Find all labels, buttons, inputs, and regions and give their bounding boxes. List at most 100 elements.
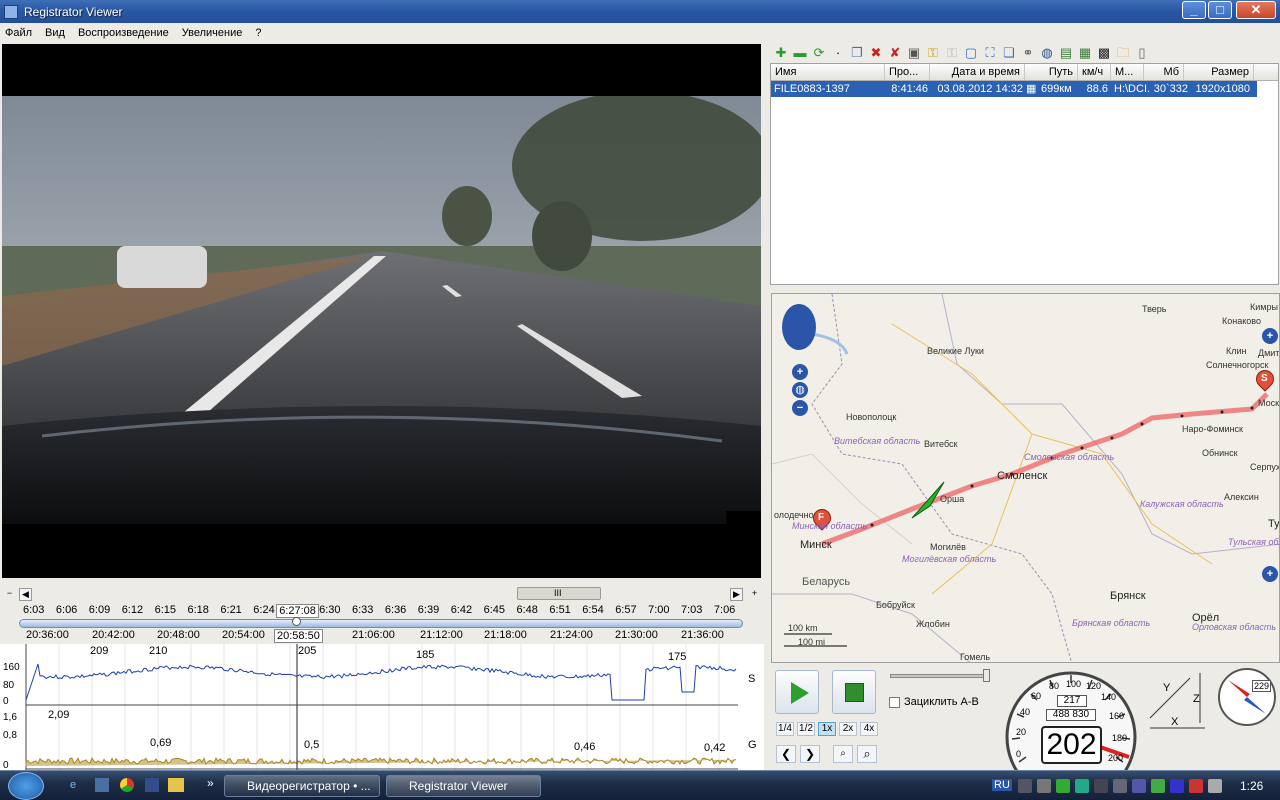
start-button[interactable] <box>8 772 44 800</box>
more-icon[interactable]: » <box>207 776 214 790</box>
volume-slider[interactable] <box>890 674 988 678</box>
new-window-icon[interactable]: ▢ <box>963 45 979 61</box>
zoom-small-icon[interactable]: ⌕ <box>833 745 853 763</box>
app-quicklaunch-icon[interactable] <box>95 778 109 792</box>
timeline-zoom-in-icon[interactable]: + <box>748 588 761 601</box>
tray-usb-icon[interactable] <box>1208 779 1222 793</box>
close-button[interactable]: ✕ <box>1236 1 1276 19</box>
chart-series-label: G <box>748 739 757 751</box>
chart-icon[interactable]: ▤ <box>1058 45 1074 61</box>
fit-icon[interactable]: ⛶ <box>982 45 998 61</box>
taskbar-task-browser[interactable]: Видеорегистратор • ... <box>224 775 380 797</box>
chart-ytick: 0 <box>3 696 9 706</box>
timeline-track[interactable] <box>19 619 743 628</box>
taskbar-task-viewer[interactable]: Registrator Viewer <box>386 775 541 797</box>
speed-2x-button[interactable]: 2x <box>839 722 857 736</box>
volume-thumb[interactable] <box>983 669 990 682</box>
cell-size: 1920x1080 <box>1195 83 1250 95</box>
timeline-playhead[interactable] <box>292 617 301 626</box>
chart-peak-label: 2,09 <box>48 709 69 721</box>
tray-ru-icon[interactable] <box>1132 779 1146 793</box>
gauge-mark: 20 <box>1016 727 1027 737</box>
city-label: Минск <box>800 539 832 551</box>
map-layer-plus2-icon[interactable]: + <box>1262 566 1278 582</box>
map-zoom-in-button[interactable]: + <box>792 364 808 380</box>
tray-update-icon[interactable] <box>1113 779 1127 793</box>
speed-half-button[interactable]: 1/2 <box>797 722 815 736</box>
table-row[interactable]: FILE0883-1397 8:41:46 03.08.2012 14:32 ▦… <box>771 81 1257 97</box>
col-mb[interactable]: Мб <box>1144 64 1184 80</box>
maximize-button[interactable]: □ <box>1208 1 1232 19</box>
loop-checkbox[interactable] <box>889 697 900 708</box>
zoom-large-icon[interactable]: ⌕ <box>857 745 877 763</box>
tray-app-icon[interactable] <box>1037 779 1051 793</box>
image-icon[interactable]: ▦ <box>1077 45 1093 61</box>
folder-icon[interactable]: 🗀 <box>1115 45 1131 61</box>
document-icon[interactable]: ▯ <box>1134 45 1150 61</box>
tray-antivirus-icon[interactable] <box>1189 779 1203 793</box>
timeline-right-arrow[interactable]: ▶ <box>730 588 743 601</box>
g-force-chart[interactable]: 1,6 0,8 0 2,09 0,69 0,5 0,46 0,42 G <box>0 706 764 771</box>
tray-network-icon[interactable] <box>1018 779 1032 793</box>
menu-file[interactable]: Файл <box>5 27 32 39</box>
menu-help[interactable]: ? <box>255 27 261 39</box>
city-label: Новополоцк <box>846 412 897 422</box>
delete-icon[interactable]: ✖ <box>868 45 884 61</box>
delete-all-icon[interactable]: ✘ <box>887 45 903 61</box>
col-size[interactable]: Размер <box>1184 64 1254 80</box>
remove-icon[interactable]: ▬ <box>792 45 808 61</box>
tray-skype-icon[interactable] <box>1056 779 1070 793</box>
ie-icon[interactable]: e <box>70 779 84 793</box>
globe-icon[interactable]: ◍ <box>1039 45 1055 61</box>
next-frame-button[interactable]: ❯ <box>800 745 820 763</box>
floppy-icon[interactable] <box>145 778 159 792</box>
tool-icon[interactable] <box>168 778 184 792</box>
key-icon[interactable]: ⚿ <box>925 45 941 61</box>
speed-chart[interactable]: 160 80 0 209 210 205 185 175 S <box>0 644 764 707</box>
col-m[interactable]: М... <box>1111 64 1144 80</box>
tray-volume-icon[interactable] <box>1094 779 1108 793</box>
stop-button[interactable] <box>832 670 876 714</box>
copy-icon[interactable]: ❐ <box>849 45 865 61</box>
add-icon[interactable]: ✚ <box>773 45 789 61</box>
dot-icon: · <box>835 45 841 60</box>
speed-1x-button[interactable]: 1x <box>818 722 836 736</box>
menu-view[interactable]: Вид <box>45 27 65 39</box>
speed-4x-button[interactable]: 4x <box>860 722 878 736</box>
prev-frame-button[interactable]: ❮ <box>776 745 796 763</box>
timeline-left-arrow[interactable]: ◀ <box>19 588 32 601</box>
col-path[interactable]: Путь <box>1025 64 1078 80</box>
chart-peak-label: 0,46 <box>574 741 595 753</box>
cell-duration: 8:41:46 <box>891 83 928 95</box>
chart-ytick: 1,6 <box>3 712 17 723</box>
chrome-icon[interactable] <box>120 778 134 792</box>
refresh-icon[interactable]: ⟳ <box>811 45 827 61</box>
timeline-scroll-thumb[interactable]: III <box>517 587 601 600</box>
link-icon[interactable]: ⚭ <box>1020 45 1036 61</box>
speed-quarter-button[interactable]: 1/4 <box>776 722 794 736</box>
tray-check-icon[interactable] <box>1151 779 1165 793</box>
map-layer-plus-icon[interactable]: + <box>1262 328 1278 344</box>
map-pan-control[interactable] <box>782 304 816 350</box>
film-icon[interactable]: ▩ <box>1096 45 1112 61</box>
map-globe-icon[interactable]: ◍ <box>792 382 808 398</box>
play-button[interactable] <box>775 670 819 714</box>
col-speed[interactable]: км/ч <box>1078 64 1111 80</box>
tray-status-icon[interactable] <box>1075 779 1089 793</box>
minimize-button[interactable]: _ <box>1182 1 1206 19</box>
tray-bluetooth-icon[interactable] <box>1170 779 1184 793</box>
col-duration[interactable]: Про... <box>885 64 930 80</box>
menu-zoom[interactable]: Увеличение <box>182 27 243 39</box>
region-label: Орловская область <box>1192 622 1277 632</box>
save-icon[interactable]: ▣ <box>906 45 922 61</box>
axis-z-label: Z <box>1193 693 1200 705</box>
cascade-icon[interactable]: ❏ <box>1001 45 1017 61</box>
menu-playback[interactable]: Воспроизведение <box>78 27 169 39</box>
map-zoom-out-button[interactable]: − <box>792 400 808 416</box>
timeline-zoom-out-icon[interactable]: − <box>3 588 16 601</box>
video-frame[interactable] <box>2 44 761 578</box>
col-name[interactable]: Имя <box>771 64 885 80</box>
col-datetime[interactable]: Дата и время <box>930 64 1025 80</box>
route-map[interactable]: F S + ◍ − + + Смоленск Брянск Орёл Белар… <box>771 293 1280 663</box>
language-indicator[interactable]: RU <box>992 779 1012 791</box>
